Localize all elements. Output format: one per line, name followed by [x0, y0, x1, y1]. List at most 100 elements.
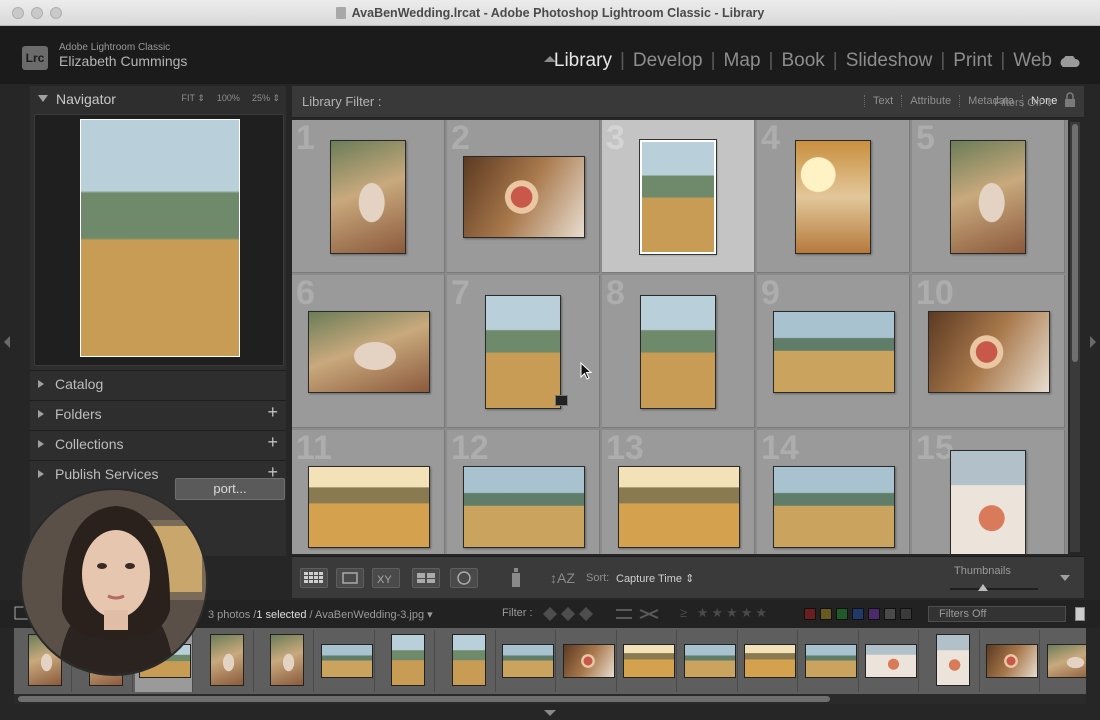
photo-thumbnail[interactable] — [639, 139, 717, 255]
navigator-photo[interactable] — [80, 119, 240, 357]
grid-cell[interactable]: 15 — [912, 430, 1065, 554]
grid-scrollbar-thumb[interactable] — [1072, 124, 1078, 362]
panel-catalog[interactable]: Catalog — [30, 370, 286, 396]
filmstrip-source-info[interactable]: 3 photos /1 selected / AvaBenWedding-3.j… — [208, 608, 433, 621]
filmstrip-thumbnail[interactable] — [1046, 644, 1086, 678]
filmstrip-cell[interactable] — [559, 630, 617, 692]
cloud-icon[interactable] — [1058, 56, 1080, 67]
filmstrip-thumbnail[interactable] — [320, 644, 373, 678]
photo-thumbnail[interactable] — [308, 311, 430, 393]
collapse-right-panel-arrow-icon[interactable] — [1090, 336, 1096, 348]
module-library[interactable]: Library — [554, 50, 612, 71]
module-map[interactable]: Map — [724, 50, 761, 71]
filmstrip-cell[interactable] — [377, 630, 435, 692]
photo-thumbnail[interactable] — [463, 466, 585, 548]
filmstrip-thumbnail[interactable] — [209, 634, 244, 686]
filmstrip-cell[interactable] — [619, 630, 677, 692]
rating-filter-stars[interactable]: ≥ ★★★★★ — [680, 605, 770, 621]
photo-thumbnail[interactable] — [773, 466, 895, 548]
filmstrip-thumbnail[interactable] — [451, 634, 486, 686]
filmstrip-thumbnail[interactable] — [502, 644, 554, 678]
grid-cell[interactable]: 14 — [757, 430, 910, 554]
grid-cell[interactable]: 2 — [447, 120, 600, 273]
zoom-100[interactable]: 100% — [217, 93, 240, 103]
navigator-preview[interactable] — [34, 114, 284, 366]
photo-thumbnail[interactable] — [308, 466, 430, 548]
add-icon[interactable]: + — [267, 432, 278, 453]
grid-cell[interactable]: 12 — [447, 430, 600, 554]
filmstrip-cell[interactable] — [438, 630, 496, 692]
photo-thumbnail[interactable] — [773, 311, 895, 393]
grid-cell[interactable]: 9 — [757, 275, 910, 428]
color-label-swatch[interactable] — [868, 608, 880, 620]
module-web[interactable]: Web — [1013, 50, 1052, 71]
filmstrip-thumbnail[interactable] — [562, 644, 615, 678]
grid-cell[interactable]: 5 — [912, 120, 1065, 273]
filmstrip-cell[interactable] — [982, 630, 1040, 692]
filmstrip-thumbnail[interactable] — [865, 644, 917, 678]
module-develop[interactable]: Develop — [633, 50, 703, 71]
filmstrip-thumbnail[interactable] — [986, 644, 1038, 678]
loupe-view-button[interactable] — [336, 568, 364, 588]
photo-thumbnail[interactable] — [330, 140, 406, 254]
grid-cell[interactable]: 1 — [292, 120, 445, 273]
filmstrip-scrollbar-thumb[interactable] — [18, 696, 830, 702]
photo-thumbnail[interactable] — [618, 466, 740, 548]
module-print[interactable]: Print — [953, 50, 992, 71]
filmstrip-cell[interactable] — [801, 630, 859, 692]
export-button[interactable]: port... — [175, 478, 285, 500]
photo-thumbnail[interactable] — [463, 156, 585, 238]
grid-view-button[interactable] — [300, 568, 328, 588]
filmstrip-cell[interactable] — [740, 630, 798, 692]
filmstrip-filters-off-dropdown[interactable]: Filters Off — [928, 606, 1066, 622]
grid-cell[interactable]: 3 — [602, 120, 755, 273]
collapse-left-panel-arrow-icon[interactable] — [4, 336, 10, 348]
filmstrip-thumbnail[interactable] — [804, 644, 857, 678]
filter-switch-icon[interactable] — [1075, 607, 1085, 621]
panel-folders[interactable]: Folders + — [30, 400, 286, 426]
collapse-bottom-panel-arrow-icon[interactable] — [544, 710, 556, 716]
photo-thumbnail[interactable] — [640, 295, 716, 409]
edited-badge-icon[interactable] — [555, 395, 568, 406]
photo-thumbnail[interactable] — [928, 311, 1050, 393]
panel-collections[interactable]: Collections + — [30, 430, 286, 456]
filmstrip-cell[interactable] — [317, 630, 375, 692]
filmstrip-cell[interactable] — [861, 630, 919, 692]
photo-thumbnail[interactable] — [795, 140, 871, 254]
filmstrip-thumbnail[interactable] — [935, 634, 970, 686]
grid-cell[interactable]: 10 — [912, 275, 1065, 428]
add-icon[interactable]: + — [267, 402, 278, 423]
thumbnail-size-slider[interactable] — [950, 588, 1038, 590]
filter-option-text[interactable]: Text — [864, 95, 902, 107]
color-label-swatch[interactable] — [820, 608, 832, 620]
color-label-swatch[interactable] — [836, 608, 848, 620]
filmstrip-thumbnail[interactable] — [391, 634, 425, 686]
filter-option-attribute[interactable]: Attribute — [901, 95, 960, 107]
filters-off-dropdown[interactable]: Filters Off ⇕ — [994, 96, 1054, 109]
survey-view-button[interactable] — [412, 568, 440, 588]
module-book[interactable]: Book — [781, 50, 824, 71]
color-label-swatch[interactable] — [804, 608, 816, 620]
filmstrip-thumbnail[interactable] — [623, 644, 675, 678]
sort-direction-icon[interactable]: ↕AZ — [548, 565, 580, 591]
color-label-swatch[interactable] — [900, 608, 912, 620]
module-slideshow[interactable]: Slideshow — [846, 50, 933, 71]
filmstrip-cell[interactable] — [680, 630, 738, 692]
grid-cell[interactable]: 7 — [447, 275, 600, 428]
filmstrip-cell[interactable] — [498, 630, 556, 692]
filmstrip-cell[interactable] — [922, 630, 980, 692]
spray-can-icon[interactable] — [506, 565, 526, 591]
navigator-header[interactable]: Navigator FIT ⇕ 100% 25% ⇕ — [30, 86, 286, 110]
color-label-swatch[interactable] — [884, 608, 896, 620]
color-label-swatch[interactable] — [852, 608, 864, 620]
sort-order-dropdown[interactable]: Capture Time ⇕ — [616, 572, 694, 585]
grid-cell[interactable]: 8 — [602, 275, 755, 428]
photo-thumbnail[interactable] — [950, 140, 1026, 254]
filmstrip-thumbnail[interactable] — [683, 644, 736, 678]
filmstrip-thumbnail[interactable] — [744, 644, 796, 678]
lock-icon[interactable] — [1064, 92, 1076, 108]
photo-thumbnail[interactable] — [485, 295, 561, 409]
photo-thumbnail[interactable] — [950, 450, 1026, 554]
people-view-button[interactable] — [450, 568, 478, 588]
flag-filter-icons[interactable] — [540, 605, 670, 623]
